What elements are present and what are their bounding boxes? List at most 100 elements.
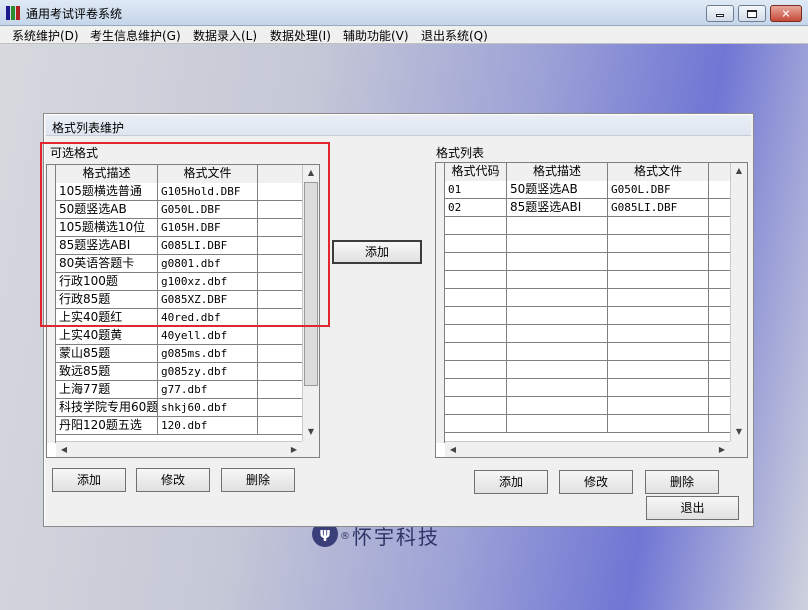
cell-file: G085XZ.DBF bbox=[158, 291, 258, 309]
available-formats-label: 可选格式 bbox=[50, 146, 99, 160]
table-row[interactable]: 科技学院专用60题 shkj60.dbf bbox=[56, 399, 304, 417]
cell-file: G050L.DBF bbox=[608, 181, 709, 199]
format-edit-button[interactable]: 修改 bbox=[559, 470, 633, 494]
scrollbar-corner bbox=[302, 441, 319, 457]
table-row[interactable]: 105题横选普通 G105Hold.DBF bbox=[56, 183, 304, 201]
table-row[interactable]: 01 50题竖选AB G050L.DBF bbox=[445, 181, 732, 199]
table-row[interactable] bbox=[445, 325, 732, 343]
scroll-down-icon[interactable]: ▼ bbox=[731, 424, 747, 440]
cell-empty bbox=[258, 291, 304, 309]
scroll-down-icon[interactable]: ▼ bbox=[303, 424, 319, 440]
cell-file: g085zy.dbf bbox=[158, 363, 258, 381]
menu-bar: 系统维护(D) 考生信息维护(G) 数据录入(L) 数据处理(I) 辅助功能(V… bbox=[0, 26, 808, 44]
cell-description bbox=[507, 379, 608, 397]
table-row[interactable]: 80英语答题卡 g0801.dbf bbox=[56, 255, 304, 273]
scroll-up-icon[interactable]: ▲ bbox=[303, 165, 319, 181]
close-button[interactable]: ✕ bbox=[770, 5, 802, 22]
cell-description: 50题竖选AB bbox=[507, 181, 608, 199]
cell-code bbox=[445, 415, 507, 433]
maximize-button[interactable] bbox=[738, 5, 766, 22]
cell-empty bbox=[258, 345, 304, 363]
vertical-scrollbar[interactable]: ▲ ▼ bbox=[302, 165, 319, 441]
cell-empty bbox=[709, 379, 732, 397]
available-edit-button[interactable]: 修改 bbox=[136, 468, 210, 492]
available-formats-grid[interactable]: 格式描述 格式文件 105题横选普通 G105Hold.DBF 50题竖选AB G05… bbox=[46, 164, 320, 458]
row-indicator-column bbox=[47, 165, 56, 443]
minimize-button[interactable] bbox=[706, 5, 734, 22]
vertical-scrollbar[interactable]: ▲ ▼ bbox=[730, 163, 747, 441]
cell-code bbox=[445, 217, 507, 235]
table-row[interactable]: 上海77题 g77.dbf bbox=[56, 381, 304, 399]
table-row[interactable]: 致远85题 g085zy.dbf bbox=[56, 363, 304, 381]
table-row[interactable] bbox=[445, 343, 732, 361]
cell-empty bbox=[258, 201, 304, 219]
cell-file bbox=[608, 217, 709, 235]
table-row[interactable]: 02 85题竖选ABI G085LI.DBF bbox=[445, 199, 732, 217]
grid-header: 格式代码 格式描述 格式文件 bbox=[445, 163, 732, 181]
cell-file: g085ms.dbf bbox=[158, 345, 258, 363]
menu-data-processing[interactable]: 数据处理(I) bbox=[270, 27, 331, 44]
menu-candidate-info[interactable]: 考生信息维护(G) bbox=[90, 27, 181, 44]
scroll-left-icon[interactable]: ◀ bbox=[56, 442, 72, 457]
scroll-left-icon[interactable]: ◀ bbox=[445, 442, 461, 457]
exit-button[interactable]: 退出 bbox=[646, 496, 739, 520]
table-row[interactable] bbox=[445, 307, 732, 325]
table-row[interactable]: 50题竖选AB G050L.DBF bbox=[56, 201, 304, 219]
column-header-file[interactable]: 格式文件 bbox=[158, 165, 258, 183]
scrollbar-thumb[interactable] bbox=[304, 182, 318, 386]
cell-empty bbox=[709, 397, 732, 415]
menu-system-maintenance[interactable]: 系统维护(D) bbox=[12, 27, 79, 44]
cell-empty bbox=[709, 217, 732, 235]
cell-description: 行政85题 bbox=[56, 291, 158, 309]
table-row[interactable]: 85题竖选ABI G085LI.DBF bbox=[56, 237, 304, 255]
table-row[interactable]: 行政100题 g100xz.dbf bbox=[56, 273, 304, 291]
cell-file: 40yell.dbf bbox=[158, 327, 258, 345]
transfer-add-button[interactable]: 添加 bbox=[332, 240, 422, 264]
dialog-title: 格式列表维护 bbox=[52, 121, 125, 135]
cell-empty bbox=[258, 381, 304, 399]
table-row[interactable]: 丹阳120题五选 120.dbf bbox=[56, 417, 304, 435]
cell-description: 50题竖选AB bbox=[56, 201, 158, 219]
column-header-empty bbox=[258, 165, 304, 183]
column-header-file[interactable]: 格式文件 bbox=[608, 163, 709, 181]
cell-code bbox=[445, 343, 507, 361]
cell-empty bbox=[709, 307, 732, 325]
table-row[interactable]: 105题横选10位 G105H.DBF bbox=[56, 219, 304, 237]
table-row[interactable]: 上实40题黄 40yell.dbf bbox=[56, 327, 304, 345]
cell-file: G105Hold.DBF bbox=[158, 183, 258, 201]
column-header-code[interactable]: 格式代码 bbox=[445, 163, 507, 181]
table-row[interactable] bbox=[445, 415, 732, 433]
table-row[interactable] bbox=[445, 379, 732, 397]
column-header-description[interactable]: 格式描述 bbox=[507, 163, 608, 181]
cell-code bbox=[445, 325, 507, 343]
table-row[interactable] bbox=[445, 361, 732, 379]
table-row[interactable] bbox=[445, 253, 732, 271]
available-delete-button[interactable]: 删除 bbox=[221, 468, 295, 492]
cell-empty bbox=[709, 181, 732, 199]
scroll-up-icon[interactable]: ▲ bbox=[731, 163, 747, 179]
format-add-button[interactable]: 添加 bbox=[474, 470, 548, 494]
table-row[interactable]: 蒙山85题 g085ms.dbf bbox=[56, 345, 304, 363]
scroll-right-icon[interactable]: ▶ bbox=[286, 442, 302, 457]
column-header-description[interactable]: 格式描述 bbox=[56, 165, 158, 183]
table-row[interactable]: 行政85题 G085XZ.DBF bbox=[56, 291, 304, 309]
menu-data-entry[interactable]: 数据录入(L) bbox=[193, 27, 257, 44]
format-list-grid[interactable]: 格式代码 格式描述 格式文件 01 50题竖选AB G050L.DBF 02 85题竖选… bbox=[435, 162, 748, 458]
table-row[interactable] bbox=[445, 271, 732, 289]
table-row[interactable] bbox=[445, 289, 732, 307]
available-add-button[interactable]: 添加 bbox=[52, 468, 126, 492]
cell-description bbox=[507, 397, 608, 415]
horizontal-scrollbar[interactable]: ◀ ▶ bbox=[445, 441, 730, 457]
table-row[interactable] bbox=[445, 397, 732, 415]
table-row[interactable] bbox=[445, 235, 732, 253]
menu-exit-system[interactable]: 退出系统(Q) bbox=[421, 27, 488, 44]
horizontal-scrollbar[interactable]: ◀ ▶ bbox=[56, 441, 302, 457]
table-row[interactable] bbox=[445, 217, 732, 235]
scroll-right-icon[interactable]: ▶ bbox=[714, 442, 730, 457]
format-delete-button[interactable]: 删除 bbox=[645, 470, 719, 494]
column-header-empty bbox=[709, 163, 732, 181]
menu-auxiliary[interactable]: 辅助功能(V) bbox=[343, 27, 409, 44]
table-row[interactable]: 上实40题红 40red.dbf bbox=[56, 309, 304, 327]
cell-description bbox=[507, 289, 608, 307]
cell-empty bbox=[709, 235, 732, 253]
